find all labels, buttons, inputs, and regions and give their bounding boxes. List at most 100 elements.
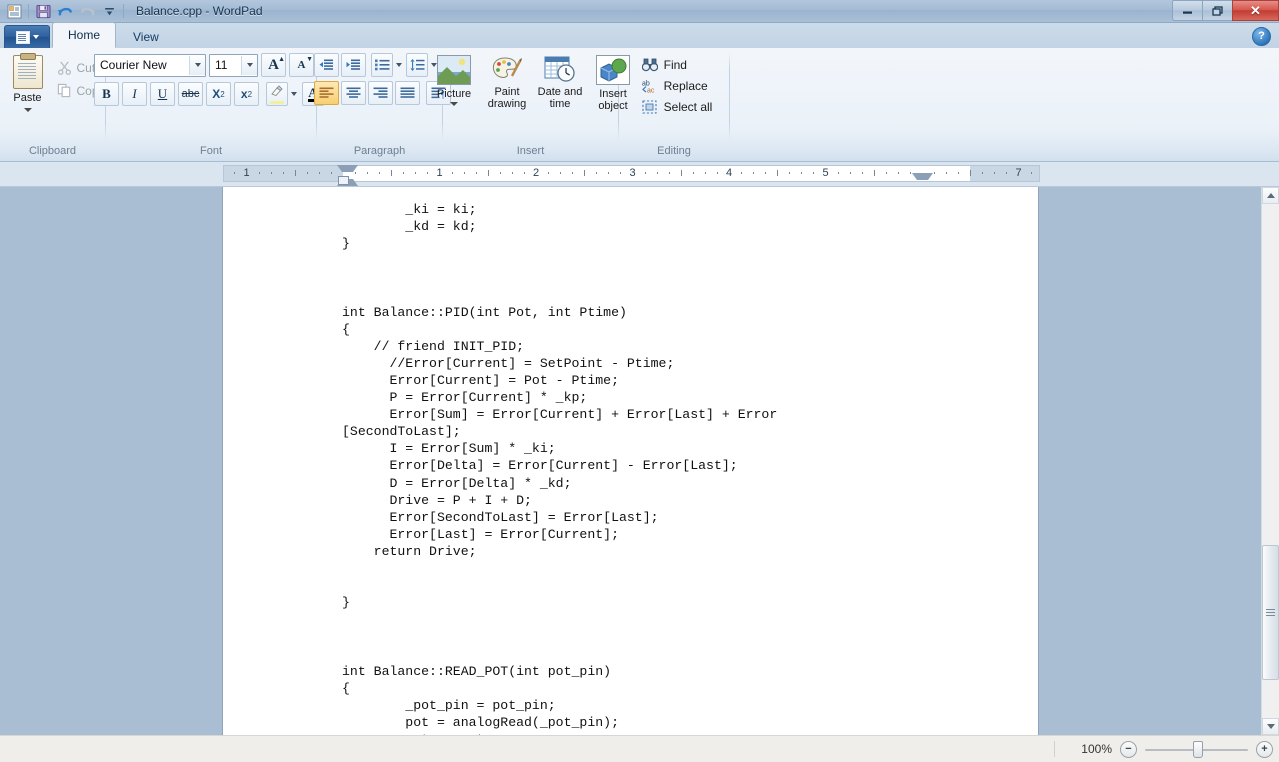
underline-button[interactable]: U [150, 82, 175, 106]
vertical-scrollbar[interactable] [1261, 187, 1279, 735]
bullets-button[interactable] [371, 53, 393, 77]
ruler-tick [885, 172, 887, 174]
ruler-tick [451, 172, 453, 174]
ruler-tick [741, 172, 743, 174]
insert-paint-drawing-button[interactable]: Paint drawing [481, 53, 533, 110]
wordpad-window: Balance.cpp - WordPad ✕ Home View ? Past… [0, 0, 1279, 762]
align-left-button[interactable] [314, 81, 339, 105]
ruler-tick [584, 170, 586, 176]
insert-picture-button[interactable]: Picture [428, 53, 480, 106]
ruler-tick [837, 172, 839, 174]
justify-icon [400, 87, 415, 98]
ruler-tick [849, 172, 851, 174]
document-text[interactable]: _ki = ki; _kd = kd; } int Balance::PID(i… [342, 201, 777, 735]
replace-button[interactable]: ab ac Replace [642, 76, 713, 96]
close-button[interactable]: ✕ [1232, 0, 1279, 21]
save-icon[interactable] [33, 2, 53, 21]
ribbon-group-editing: Find ab ac Replace Select all Editing [619, 48, 729, 161]
decrease-indent-button[interactable] [314, 53, 339, 77]
date-and-time-icon [544, 56, 575, 82]
ruler-tick [801, 172, 803, 174]
chevron-down-icon[interactable] [288, 83, 299, 105]
ruler-number: 1 [436, 167, 443, 179]
ruler-number: 4 [726, 167, 733, 179]
restore-button[interactable] [1202, 0, 1232, 21]
font-group-label: Font [199, 145, 222, 157]
ruler-tick [909, 172, 911, 174]
chevron-down-icon[interactable] [23, 108, 32, 112]
tab-home-label: Home [68, 28, 101, 42]
chevron-down-icon[interactable] [189, 55, 205, 75]
replace-label: Replace [663, 79, 708, 93]
strikethrough-button[interactable]: abc [178, 82, 203, 106]
select-all-button[interactable]: Select all [642, 97, 712, 117]
subscript-button[interactable]: X2 [206, 82, 231, 106]
ruler-tick [1030, 172, 1032, 174]
scroll-up-button[interactable] [1262, 187, 1279, 204]
increase-indent-button[interactable] [341, 53, 366, 77]
clipboard-group-label: Clipboard [28, 145, 77, 157]
find-label: Find [663, 58, 687, 72]
picture-icon [437, 55, 471, 85]
clipboard-icon [12, 53, 43, 89]
ruler-number: 5 [822, 167, 829, 179]
ruler-tick [499, 172, 501, 174]
zoom-in-button[interactable]: + [1256, 740, 1273, 758]
minimize-button[interactable] [1172, 0, 1202, 21]
ruler-tick [608, 172, 610, 174]
text-highlight-button[interactable] [266, 82, 288, 106]
chevron-down-icon[interactable] [393, 54, 404, 76]
tab-view[interactable]: View [118, 25, 174, 48]
tab-home[interactable]: Home [52, 22, 117, 48]
italic-button[interactable]: I [122, 82, 147, 106]
zoom-out-button[interactable]: − [1120, 740, 1137, 758]
font-size-combo[interactable]: 11 [209, 53, 258, 77]
paste-button[interactable]: Paste [3, 53, 53, 112]
help-icon[interactable]: ? [1252, 27, 1271, 46]
ruler-tick [330, 172, 332, 174]
wordpad-icon[interactable] [4, 2, 24, 21]
ruler-tick [258, 172, 260, 174]
zoom-slider[interactable] [1145, 740, 1248, 758]
align-center-button[interactable] [341, 81, 366, 105]
ruler-tick [813, 172, 815, 174]
align-right-icon [373, 87, 388, 98]
chevron-down-icon[interactable] [241, 55, 257, 75]
help-label: ? [1258, 30, 1265, 42]
insert-paint-line1: Paint [494, 86, 520, 98]
ruler-tick [560, 172, 562, 174]
font-family-combo[interactable]: Courier New [94, 53, 206, 77]
customize-quick-access-icon[interactable] [99, 2, 119, 21]
chevron-down-icon[interactable] [450, 102, 458, 106]
bullet-list-icon [374, 59, 389, 71]
align-right-button[interactable] [368, 81, 393, 105]
insert-date-time-button[interactable]: Date and time [534, 53, 586, 110]
ruler-tick [475, 172, 477, 174]
zoom-slider-thumb[interactable] [1193, 740, 1203, 758]
scroll-down-button[interactable] [1262, 718, 1279, 735]
ribbon: Paste Cut Copy Clipboard Courier New 11 … [0, 48, 1279, 162]
find-button[interactable]: Find [641, 55, 713, 75]
superscript-button[interactable]: x2 [234, 82, 259, 106]
insert-picture-label: Picture [436, 88, 472, 100]
document-page[interactable]: _ki = ki; _kd = kd; } int Balance::PID(i… [223, 187, 1038, 735]
ruler-tick [511, 172, 513, 174]
subscript-index: 2 [220, 89, 225, 99]
app-menu-button[interactable] [4, 25, 50, 48]
font-family-value: Courier New [100, 58, 167, 72]
redo-icon [77, 2, 97, 21]
undo-icon[interactable] [55, 2, 75, 21]
scissors-icon [57, 61, 71, 75]
window-title: Balance.cpp - WordPad [136, 4, 263, 18]
ruler-tick [415, 172, 417, 174]
bold-button[interactable]: B [94, 82, 119, 106]
underline-label: U [157, 86, 168, 101]
grow-font-button[interactable]: A ▲ [261, 53, 286, 77]
superscript-label: x [240, 87, 248, 101]
scrollbar-thumb[interactable] [1262, 545, 1279, 680]
right-indent-marker[interactable] [912, 173, 933, 187]
zoom-out-icon: − [1125, 742, 1132, 755]
justify-button[interactable] [395, 81, 420, 105]
ruler-tick [753, 172, 755, 174]
left-indent-marker[interactable] [338, 176, 349, 185]
